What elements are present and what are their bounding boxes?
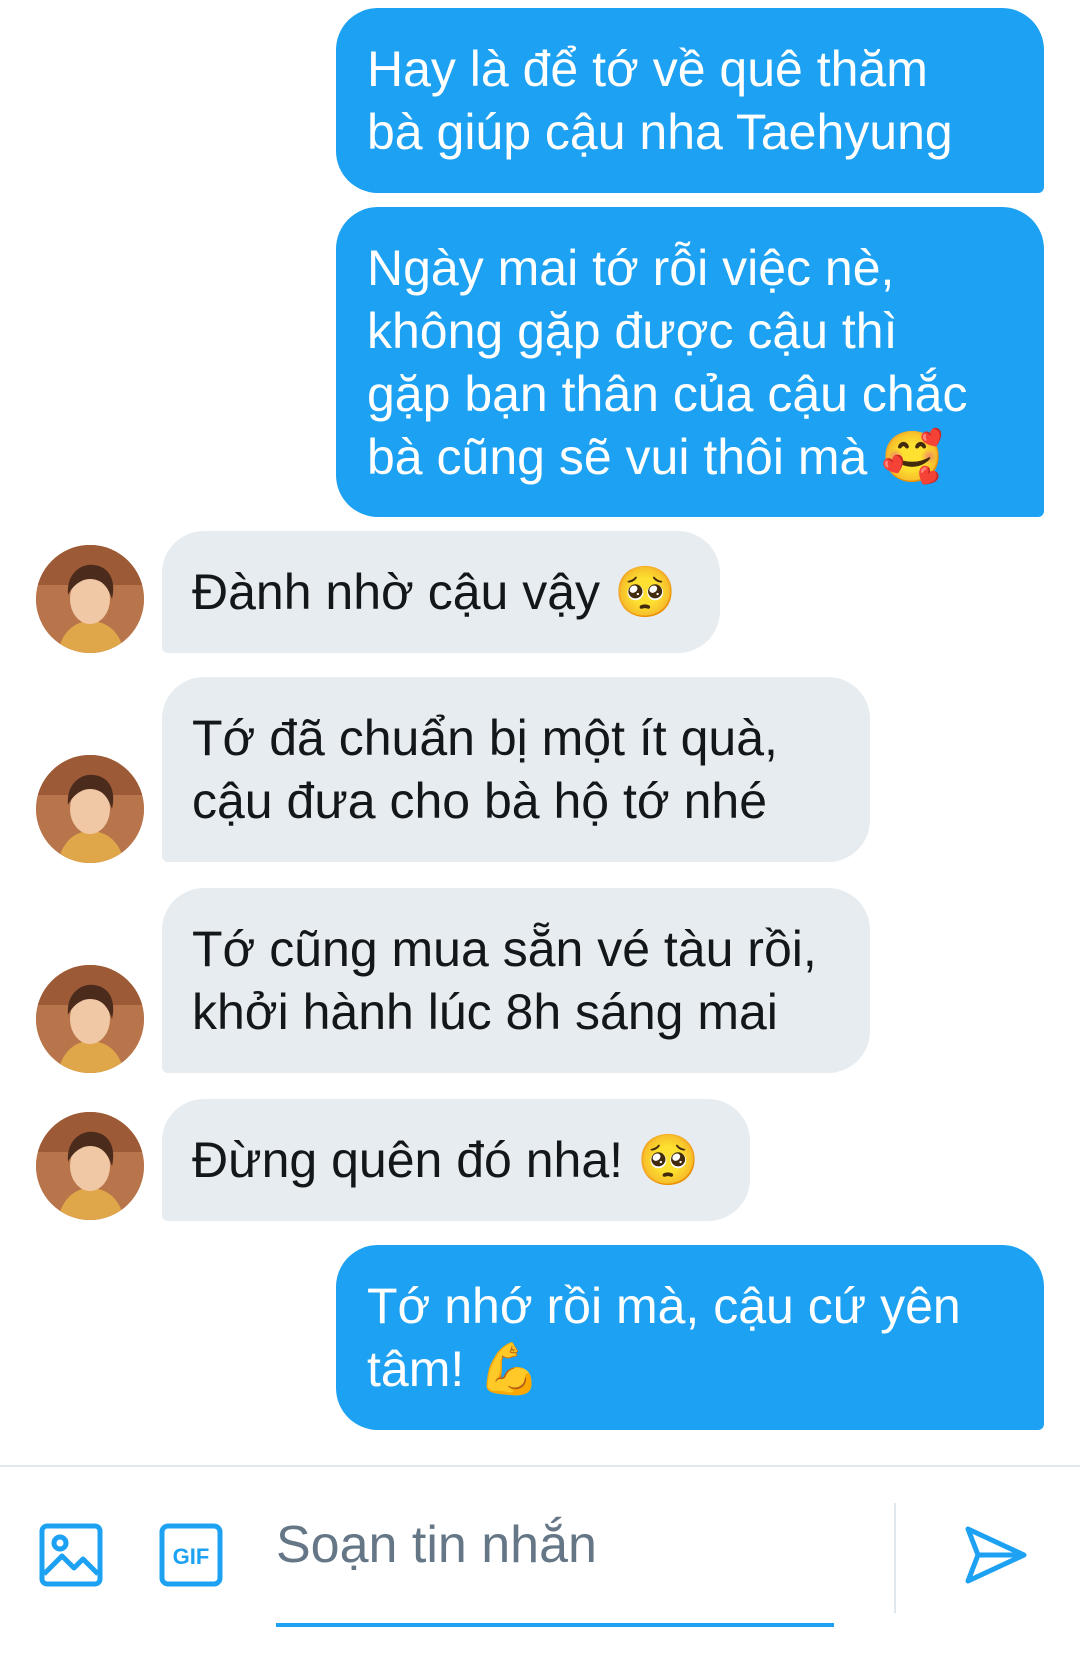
avatar-image <box>36 1112 144 1220</box>
avatar-image <box>36 545 144 653</box>
message-text-line: Đừng quên đó nha! 🥺 <box>192 1129 720 1192</box>
message-text-line: Tớ đã chuẩn bị một ít quà, <box>192 710 778 766</box>
message-text-line: Tớ cũng mua sẵn vé tàu rồi, <box>192 921 817 977</box>
message-text-line: Đành nhờ cậu vậy 🥺 <box>192 561 690 624</box>
send-button[interactable] <box>960 1519 1032 1591</box>
input-focus-underline <box>276 1623 834 1627</box>
message-text: bà cũng sẽ vui thôi mà <box>367 429 868 485</box>
message-input[interactable] <box>276 1505 836 1585</box>
message-text-line: khởi hành lúc 8h sáng mai <box>192 984 778 1040</box>
message-bubble-outgoing[interactable]: Hay là để tớ về quê thăm bà giúp cậu nha… <box>336 8 1044 193</box>
message-bubble-incoming[interactable]: Tớ đã chuẩn bị một ít quà, cậu đưa cho b… <box>162 677 870 862</box>
image-button[interactable] <box>38 1522 104 1588</box>
pleading-face-emoji: 🥺 <box>636 1131 700 1189</box>
message-bubble-incoming[interactable]: Đành nhờ cậu vậy 🥺 <box>162 531 720 653</box>
message-text: tâm! <box>367 1341 465 1397</box>
message-text-line: Hay là để tớ về quê thăm <box>367 41 928 97</box>
composer-divider <box>894 1503 896 1613</box>
message-bubble-outgoing[interactable]: Ngày mai tớ rỗi việc nè, không gặp được … <box>336 207 1044 517</box>
contact-avatar[interactable] <box>36 965 144 1073</box>
gif-icon: GIF <box>159 1523 223 1587</box>
contact-avatar[interactable] <box>36 755 144 863</box>
avatar-image <box>36 755 144 863</box>
message-text-line: bà cũng sẽ vui thôi mà 🥰 <box>367 426 1014 489</box>
contact-avatar[interactable] <box>36 545 144 653</box>
message-text-line: gặp bạn thân của cậu chắc <box>367 366 968 422</box>
message-text: Đừng quên đó nha! <box>192 1132 624 1188</box>
message-bubble-incoming[interactable]: Đừng quên đó nha! 🥺 <box>162 1099 750 1221</box>
flexed-biceps-emoji: 💪 <box>478 1340 541 1398</box>
message-thread[interactable]: Hay là để tớ về quê thăm bà giúp cậu nha… <box>0 0 1080 1464</box>
message-text: Đành nhờ cậu vậy <box>192 564 601 620</box>
smiling-face-with-hearts-emoji: 🥰 <box>881 428 944 486</box>
send-icon <box>965 1526 1027 1584</box>
message-text-line: Ngày mai tớ rỗi việc nè, <box>367 240 895 296</box>
message-text-line: cậu đưa cho bà hộ tớ nhé <box>192 773 767 829</box>
contact-avatar[interactable] <box>36 1112 144 1220</box>
message-bubble-outgoing[interactable]: Tớ nhớ rồi mà, cậu cứ yên tâm! 💪 <box>336 1245 1044 1430</box>
image-icon <box>39 1523 103 1587</box>
gif-label: GIF <box>173 1544 210 1569</box>
message-text-line: tâm! 💪 <box>367 1338 1014 1401</box>
message-text-line: Tớ nhớ rồi mà, cậu cứ yên <box>367 1278 961 1334</box>
gif-button[interactable]: GIF <box>158 1522 224 1588</box>
message-bubble-incoming[interactable]: Tớ cũng mua sẵn vé tàu rồi, khởi hành lú… <box>162 888 870 1073</box>
message-text-line: bà giúp cậu nha Taehyung <box>367 104 953 160</box>
message-text-line: không gặp được cậu thì <box>367 303 898 359</box>
pleading-face-emoji: 🥺 <box>613 563 677 621</box>
avatar-image <box>36 965 144 1073</box>
